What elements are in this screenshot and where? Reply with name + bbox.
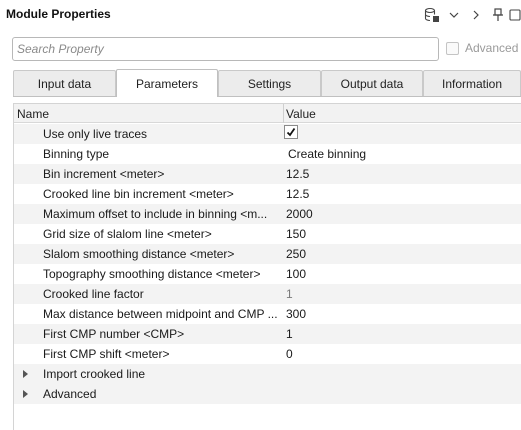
tab-settings[interactable]: Settings xyxy=(218,70,321,97)
property-row-slalom-smoothing[interactable]: Slalom smoothing distance <meter> 250 xyxy=(14,244,521,264)
property-name: First CMP number <CMP> xyxy=(43,327,185,341)
max-distance-midpoint-cmp-value[interactable]: 300 xyxy=(286,307,306,321)
property-name: Topography smoothing distance <meter> xyxy=(43,267,261,281)
column-header-name[interactable]: Name xyxy=(17,107,49,121)
search-input[interactable] xyxy=(13,38,438,60)
tab-divider xyxy=(13,96,521,97)
tab-information[interactable]: Information xyxy=(423,70,521,97)
column-header-value[interactable]: Value xyxy=(286,107,316,121)
property-name: Use only live traces xyxy=(43,127,148,141)
property-name: Maximum offset to include in binning <m.… xyxy=(43,207,268,221)
property-row-crooked-line-bin-increment[interactable]: Crooked line bin increment <meter> 12.5 xyxy=(14,184,521,204)
property-row-maximum-offset[interactable]: Maximum offset to include in binning <m.… xyxy=(14,204,521,224)
maximum-offset-value[interactable]: 2000 xyxy=(286,207,313,221)
property-row-bin-increment[interactable]: Bin increment <meter> 12.5 xyxy=(14,164,521,184)
property-name: Crooked line bin increment <meter> xyxy=(43,187,234,201)
tab-input-data[interactable]: Input data xyxy=(13,70,116,97)
property-row-binning-type[interactable]: Binning type Create binning xyxy=(14,144,521,164)
advanced-checkbox[interactable] xyxy=(446,41,459,55)
property-row-first-cmp-shift[interactable]: First CMP shift <meter> 0 xyxy=(14,344,521,364)
property-group-advanced[interactable]: Advanced xyxy=(14,384,521,404)
tab-output-data[interactable]: Output data xyxy=(321,70,423,97)
tab-label: Information xyxy=(441,77,503,91)
property-row-topography-smoothing[interactable]: Topography smoothing distance <meter> 10… xyxy=(14,264,521,284)
tab-label: Parameters xyxy=(135,76,199,91)
property-row-first-cmp-number[interactable]: First CMP number <CMP> 1 xyxy=(14,324,521,344)
tab-parameters[interactable]: Parameters xyxy=(116,69,218,97)
grid-size-slalom-value[interactable]: 150 xyxy=(286,227,306,241)
advanced-toggle[interactable]: Advanced xyxy=(446,41,518,55)
slalom-smoothing-value[interactable]: 250 xyxy=(286,247,306,261)
search-field[interactable] xyxy=(12,37,439,61)
expand-arrow-icon[interactable] xyxy=(23,370,28,378)
column-separator[interactable] xyxy=(283,104,284,123)
property-name: Max distance between midpoint and CMP ..… xyxy=(43,307,278,321)
topography-smoothing-value[interactable]: 100 xyxy=(286,267,306,281)
first-cmp-shift-value[interactable]: 0 xyxy=(286,347,293,361)
property-row-crooked-line-factor[interactable]: Crooked line factor 1 xyxy=(14,284,521,304)
property-name: Binning type xyxy=(43,147,110,161)
chevron-right-icon[interactable] xyxy=(465,6,487,24)
tab-label: Output data xyxy=(340,77,404,91)
close-icon[interactable] xyxy=(509,6,521,24)
grid-header: Name Value xyxy=(14,104,521,123)
titlebar-icons xyxy=(421,6,521,24)
property-grid: Name Value Use only live traces Binning … xyxy=(13,103,521,430)
property-name: Grid size of slalom line <meter> xyxy=(43,227,212,241)
property-name: First CMP shift <meter> xyxy=(43,347,170,361)
expand-arrow-icon[interactable] xyxy=(23,390,28,398)
property-row-max-distance-midpoint-cmp[interactable]: Max distance between midpoint and CMP ..… xyxy=(14,304,521,324)
crooked-line-bin-increment-value[interactable]: 12.5 xyxy=(286,187,309,201)
crooked-line-factor-value: 1 xyxy=(286,287,293,301)
advanced-label: Advanced xyxy=(465,41,519,55)
group-name: Import crooked line xyxy=(43,367,146,381)
pin-icon[interactable] xyxy=(487,6,509,24)
first-cmp-number-value[interactable]: 1 xyxy=(286,327,293,341)
group-name: Advanced xyxy=(43,387,97,401)
property-group-import-crooked-line[interactable]: Import crooked line xyxy=(14,364,521,384)
property-name: Slalom smoothing distance <meter> xyxy=(43,247,235,261)
property-row-use-only-live-traces[interactable]: Use only live traces xyxy=(14,124,521,144)
binning-type-dropdown[interactable]: Create binning xyxy=(288,147,366,161)
chevron-down-icon[interactable] xyxy=(443,6,465,24)
property-name: Crooked line factor xyxy=(43,287,144,301)
panel-titlebar: Module Properties xyxy=(0,0,521,30)
tab-bar: Input data Parameters Settings Output da… xyxy=(13,69,521,97)
tab-label: Input data xyxy=(37,77,92,91)
property-row-grid-size-slalom[interactable]: Grid size of slalom line <meter> 150 xyxy=(14,224,521,244)
database-settings-icon[interactable] xyxy=(421,6,443,24)
tab-label: Settings xyxy=(247,77,292,91)
bin-increment-value[interactable]: 12.5 xyxy=(286,167,309,181)
panel-title: Module Properties xyxy=(6,7,111,21)
use-only-live-traces-checkbox[interactable] xyxy=(284,125,298,139)
property-name: Bin increment <meter> xyxy=(43,167,165,181)
